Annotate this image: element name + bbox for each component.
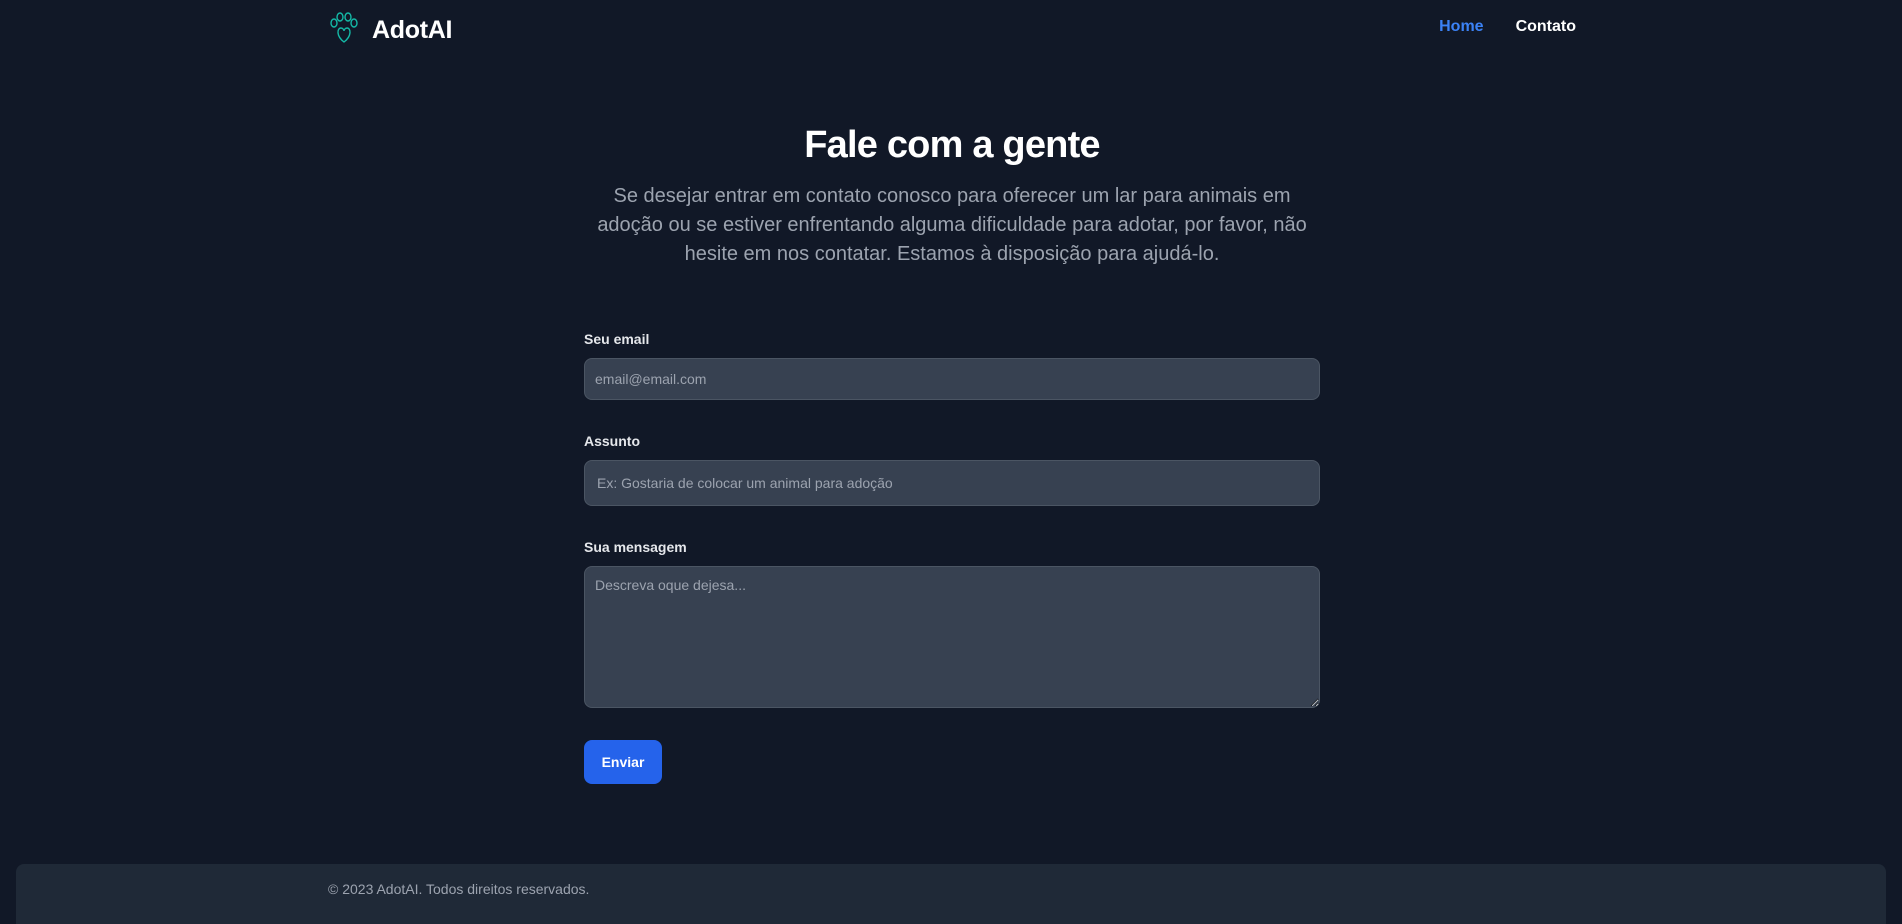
subject-field[interactable] [584,460,1320,506]
footer: © 2023 AdotAI. Todos direitos reservados… [16,864,1886,924]
subject-label: Assunto [584,433,640,449]
message-label: Sua mensagem [584,539,687,555]
contact-header: Fale com a gente Se desejar entrar em co… [584,120,1320,269]
nav-links: Home Contato [1439,18,1576,36]
brand-logo-link[interactable]: AdotAI [326,10,453,51]
page-title: Fale com a gente [804,124,1100,166]
email-field[interactable] [584,358,1320,400]
top-navbar: AdotAI Home Contato [0,0,1902,60]
paw-heart-icon [326,10,362,51]
contact-form: Seu email Assunto Sua mensagem Enviar [584,330,1320,784]
page-subtitle: Se desejar entrar em contato conosco par… [597,185,1307,265]
subject-group: Assunto [584,432,1320,506]
email-group: Seu email [584,330,1320,400]
nav-link-home[interactable]: Home [1439,18,1483,36]
send-button[interactable]: Enviar [584,740,662,784]
nav-link-contato[interactable]: Contato [1516,18,1576,36]
message-textarea[interactable] [584,566,1320,708]
email-label: Seu email [584,331,650,347]
brand-name: AdotAI [372,15,453,44]
footer-copyright: © 2023 AdotAI. Todos direitos reservados… [328,881,590,897]
message-group: Sua mensagem [584,538,1320,708]
